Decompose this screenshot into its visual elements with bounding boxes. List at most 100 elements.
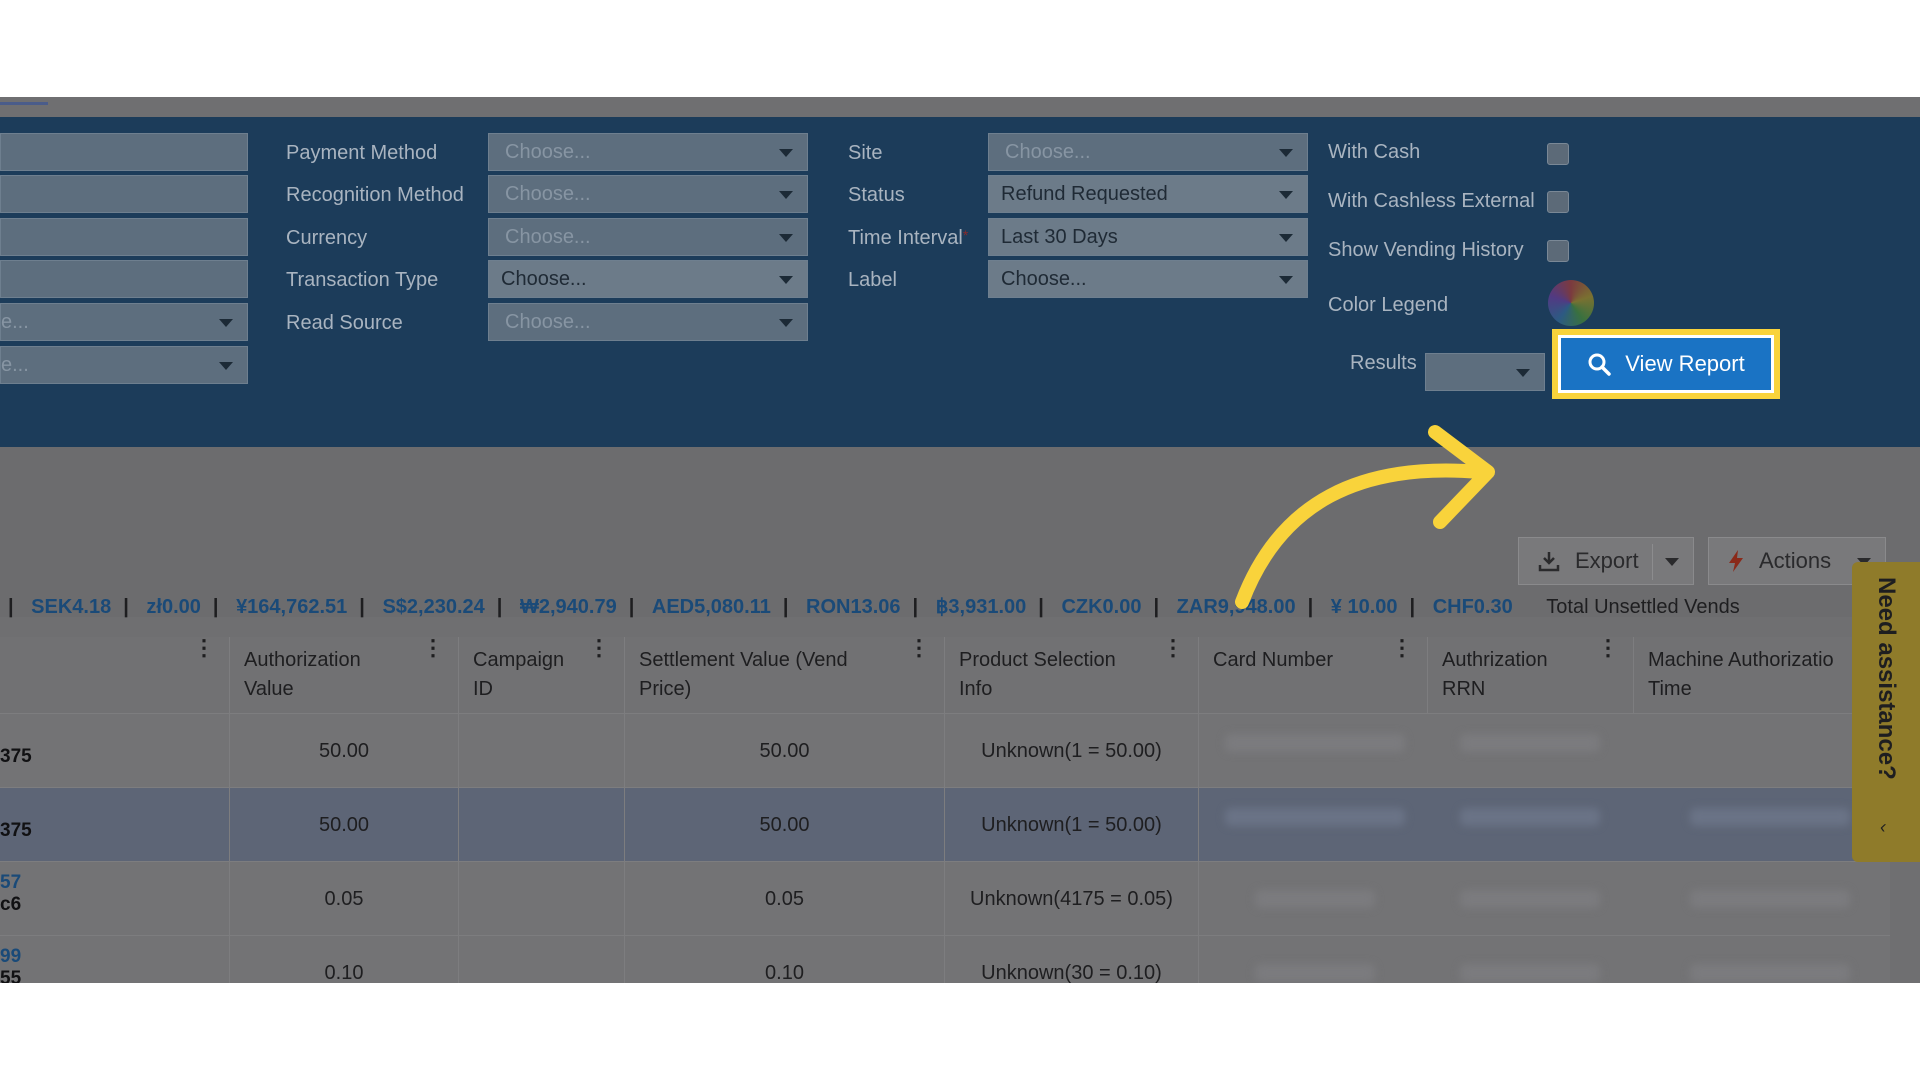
row-id-bottom: c6 — [0, 894, 22, 915]
recognition-method-select[interactable]: Choose... — [488, 175, 808, 213]
search-icon — [1588, 353, 1612, 376]
column-header-product-selection-info[interactable]: Product Selection Info ⋮ — [945, 637, 1199, 713]
table-row[interactable]: 57 c6 0.05 0.05 Unknown(4175 = 0.05) — [0, 861, 1890, 936]
with-cash-checkbox[interactable] — [1547, 143, 1569, 165]
column-header-settlement-value[interactable]: Settlement Value (Vend Price) ⋮ — [625, 637, 945, 713]
kebab-menu-icon[interactable]: ⋮ — [193, 637, 215, 659]
payment-method-select[interactable]: Choose... — [488, 133, 808, 171]
currency-total[interactable]: RON13.06 — [806, 596, 901, 618]
currency-total[interactable]: AED5,080.11 — [652, 596, 771, 618]
column-header-campaign-id[interactable]: Campaign ID ⋮ — [459, 637, 625, 713]
row-id-top: 375 — [0, 746, 32, 767]
currency-total[interactable]: ฿3,931.00 — [936, 596, 1027, 618]
caret-down-icon — [219, 362, 233, 370]
show-vending-history-label: Show Vending History — [1328, 239, 1524, 261]
view-report-label: View Report — [1625, 351, 1745, 376]
color-legend-wheel-icon[interactable] — [1548, 280, 1594, 326]
separator: | — [123, 596, 129, 618]
separator: | — [1153, 596, 1160, 618]
with-cashless-external-checkbox[interactable] — [1547, 191, 1569, 213]
product-selection-cell: Unknown(1 = 50.00) — [945, 788, 1199, 862]
card-number-cell-redacted — [1225, 734, 1405, 752]
machine-time-cell-redacted — [1690, 964, 1850, 982]
currency-value: Choose... — [505, 226, 591, 248]
column-header-authrization-rrn[interactable]: Authrization RRN ⋮ — [1428, 637, 1634, 713]
column-header-hidden[interactable]: ⋮ — [0, 637, 230, 713]
settlement-value-cell: 0.10 — [625, 936, 945, 983]
table-row[interactable]: 99 55 0.10 0.10 Unknown(30 = 0.10) — [0, 935, 1890, 983]
currency-label: Currency — [286, 227, 368, 249]
filter-input-2[interactable] — [0, 175, 248, 213]
kebab-menu-icon[interactable]: ⋮ — [1597, 637, 1619, 659]
machine-time-cell-redacted — [1690, 808, 1850, 826]
active-tab-indicator — [0, 102, 48, 105]
filter-select-left-2[interactable]: e... — [0, 346, 248, 384]
status-select[interactable]: Refund Requested — [988, 175, 1308, 213]
rrn-cell-redacted — [1460, 890, 1600, 908]
separator: | — [628, 596, 635, 618]
caret-down-icon — [1279, 276, 1293, 284]
view-report-button[interactable]: View Report — [1561, 338, 1771, 390]
actions-label: Actions — [1759, 548, 1832, 573]
filter-input-3[interactable] — [0, 218, 248, 256]
time-interval-label: Time Interval* — [848, 227, 968, 250]
read-source-select[interactable]: Choose... — [488, 303, 808, 341]
kebab-menu-icon[interactable]: ⋮ — [908, 637, 930, 659]
tutorial-arrow-icon — [1235, 425, 1495, 609]
kebab-menu-icon[interactable]: ⋮ — [1162, 637, 1184, 659]
site-select[interactable]: Choose... — [988, 133, 1308, 171]
show-vending-history-checkbox[interactable] — [1547, 240, 1569, 262]
payment-method-label: Payment Method — [286, 142, 438, 164]
table-row[interactable]: 375 50.00 50.00 Unknown(1 = 50.00) — [0, 713, 1890, 788]
kebab-menu-icon[interactable]: ⋮ — [588, 637, 610, 659]
kebab-menu-icon[interactable]: ⋮ — [1391, 637, 1413, 659]
transaction-type-select[interactable]: Choose... — [488, 260, 808, 298]
currency-total[interactable]: S$2,230.24 — [382, 596, 484, 618]
filter-select-left-2-value: e... — [1, 354, 29, 376]
caret-down-icon — [779, 276, 793, 284]
header-line: RRN — [1442, 678, 1486, 700]
column-header-card-number[interactable]: Card Number ⋮ — [1199, 637, 1428, 713]
column-header-authorization-value[interactable]: Authorization Value ⋮ — [230, 637, 459, 713]
need-assistance-tab[interactable]: Need assistance? ‹ — [1852, 562, 1920, 862]
label-filter-select[interactable]: Choose... — [988, 260, 1308, 298]
filter-input-4[interactable] — [0, 260, 248, 298]
caret-down-icon — [1279, 234, 1293, 242]
separator: | — [912, 596, 919, 618]
results-select[interactable] — [1425, 353, 1545, 391]
currency-total[interactable]: SEK4.18 — [31, 596, 111, 618]
kebab-menu-icon[interactable]: ⋮ — [422, 637, 444, 659]
filter-input-1[interactable] — [0, 133, 248, 171]
recognition-method-label: Recognition Method — [286, 184, 464, 206]
export-button[interactable]: Export — [1518, 537, 1694, 585]
campaign-id-cell — [459, 788, 625, 862]
caret-down-icon — [1279, 191, 1293, 199]
time-interval-select[interactable]: Last 30 Days — [988, 218, 1308, 256]
currency-total[interactable]: ₩2,940.79 — [520, 596, 617, 618]
table-row[interactable]: 375 50.00 50.00 Unknown(1 = 50.00) — [0, 787, 1890, 862]
authorization-value-cell: 50.00 — [230, 788, 459, 862]
read-source-value: Choose... — [505, 311, 591, 333]
card-number-cell-redacted — [1225, 808, 1405, 826]
currency-total[interactable]: ¥164,762.51 — [236, 596, 347, 618]
authorization-value-cell: 50.00 — [230, 714, 459, 788]
separator: | — [212, 596, 219, 618]
row-id-top[interactable]: 57 — [0, 872, 229, 894]
caret-down-icon — [779, 319, 793, 327]
filter-select-left-1[interactable]: e... — [0, 303, 248, 341]
currency-select[interactable]: Choose... — [488, 218, 808, 256]
table-header: ⋮ Authorization Value ⋮ Campaign ID ⋮ Settle… — [0, 637, 1890, 713]
row-id-cell: 57 c6 — [0, 862, 230, 936]
need-assistance-label: Need assistance? — [1873, 577, 1900, 780]
lightning-icon — [1729, 550, 1743, 572]
time-interval-label-text: Time Interval — [848, 227, 963, 249]
label-filter-label: Label — [848, 269, 897, 291]
campaign-id-cell — [459, 936, 625, 983]
row-id-top[interactable]: 99 — [0, 946, 229, 968]
settlement-value-cell: 50.00 — [625, 714, 945, 788]
with-cashless-external-label: With Cashless External — [1328, 190, 1535, 212]
chevron-left-icon[interactable]: ‹ — [1880, 817, 1886, 838]
currency-total[interactable]: zł0.00 — [146, 596, 200, 618]
caret-down-icon — [779, 149, 793, 157]
currency-total[interactable]: CZK0.00 — [1061, 596, 1141, 618]
